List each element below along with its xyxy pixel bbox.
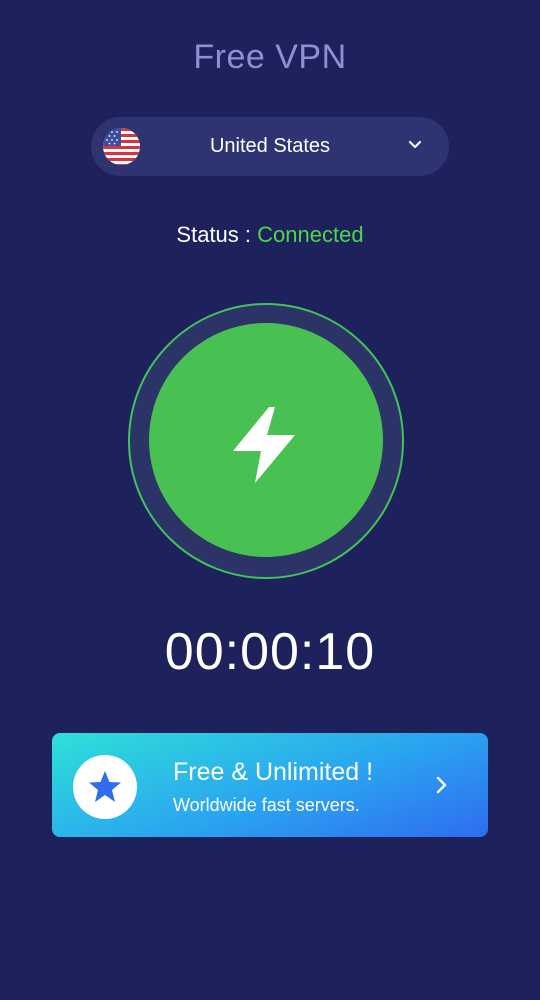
connection-timer: 00:00:10: [164, 623, 376, 681]
country-name: United States: [209, 135, 331, 157]
chevron-down-icon: [408, 140, 422, 149]
promo-title: Free & Unlimited !: [173, 758, 374, 786]
app-title: Free VPN: [193, 38, 347, 76]
lightning-bolt-icon: [233, 407, 295, 483]
chevron-right-icon: [436, 776, 447, 794]
star-badge: [73, 755, 137, 819]
promo-banner[interactable]: Free & Unlimited ! Worldwide fast server…: [52, 733, 488, 837]
status-value: Connected: [257, 222, 364, 247]
status-line: Status : Connected: [0, 222, 540, 248]
country-selector[interactable]: United States: [91, 117, 449, 176]
status-label: Status :: [176, 222, 258, 247]
vpn-main-screen: Free VPN United States Status: Connecte…: [0, 0, 540, 1000]
promo-subtitle: Worldwide fast servers.: [173, 795, 360, 815]
connect-button[interactable]: [149, 323, 383, 557]
star-icon: [89, 771, 121, 802]
